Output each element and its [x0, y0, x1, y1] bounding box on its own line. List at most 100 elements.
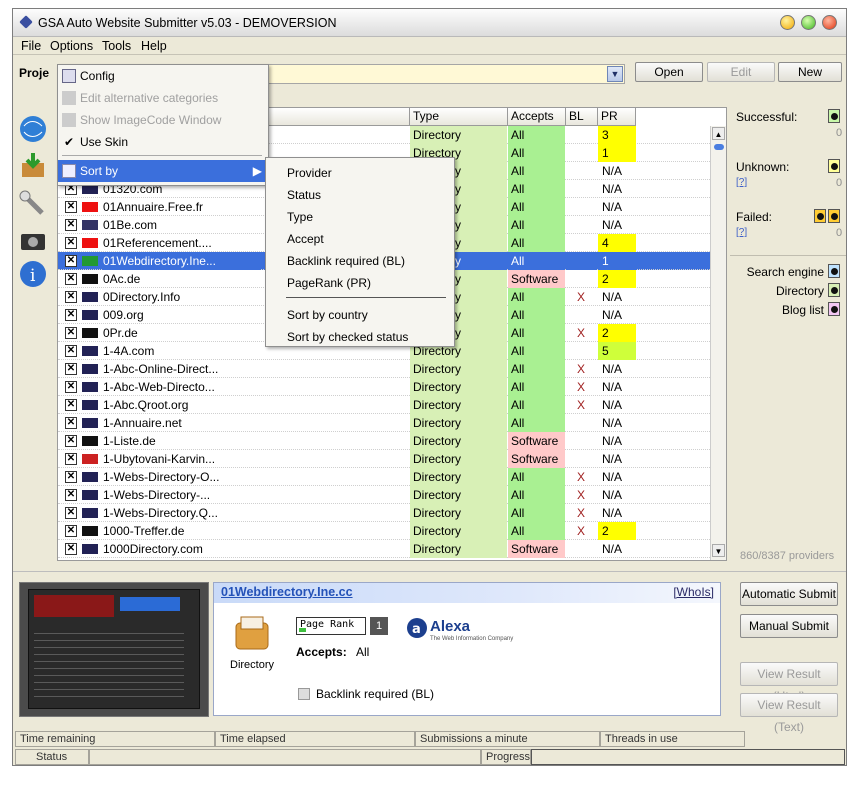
- close-button[interactable]: [822, 15, 837, 30]
- provider-type: Directory: [410, 468, 507, 486]
- row-checkbox[interactable]: ✕: [65, 201, 77, 213]
- unknown-help-link[interactable]: [?]: [736, 177, 747, 188]
- provider-accepts: All: [508, 162, 565, 180]
- row-checkbox[interactable]: ✕: [65, 237, 77, 249]
- menu-use-skin[interactable]: ✔ Use Skin: [58, 131, 268, 153]
- menu-help[interactable]: Help: [141, 39, 167, 53]
- table-row[interactable]: ✕ 1-Webs-Directory-... Directory All X N/A: [58, 486, 710, 504]
- new-button[interactable]: New: [778, 62, 842, 82]
- header-accepts[interactable]: Accepts: [508, 108, 566, 126]
- row-checkbox[interactable]: ✕: [65, 219, 77, 231]
- provider-accepts: Software: [508, 540, 565, 558]
- row-checkbox[interactable]: ✕: [65, 543, 77, 555]
- menu-file[interactable]: File: [21, 39, 41, 53]
- table-row[interactable]: ✕ 1-Annuaire.net Directory All N/A: [58, 414, 710, 432]
- status-area: Time remaining Time elapsed Submissions …: [13, 727, 846, 765]
- table-row[interactable]: ✕ 1-Webs-Directory-O... Directory All X N/A: [58, 468, 710, 486]
- search-engine-color-icon: [828, 264, 840, 278]
- provider-name: 0Ac.de: [103, 272, 141, 286]
- automatic-submit-button[interactable]: Automatic Submit: [740, 582, 838, 606]
- scroll-down-icon[interactable]: ▼: [712, 544, 725, 557]
- failed-help-link[interactable]: [?]: [736, 227, 747, 238]
- header-type[interactable]: Type: [410, 108, 508, 126]
- chevron-down-icon[interactable]: ▼: [607, 66, 623, 82]
- provider-name: 0Directory.Info: [103, 290, 181, 304]
- manual-submit-button[interactable]: Manual Submit: [740, 614, 838, 638]
- table-row[interactable]: ✕ 1-Abc-Online-Direct... Directory All X N/A: [58, 360, 710, 378]
- row-checkbox[interactable]: ✕: [65, 489, 77, 501]
- provider-accepts: All: [508, 360, 565, 378]
- row-checkbox[interactable]: ✕: [65, 399, 77, 411]
- view-result-html-button[interactable]: View Result (Html): [740, 662, 838, 703]
- project-combo[interactable]: ▼: [243, 64, 625, 84]
- menu-edit-alt-categories[interactable]: Edit alternative categories: [58, 87, 268, 109]
- svg-text:i: i: [30, 266, 36, 286]
- provider-count: 860/8387 providers: [740, 550, 835, 562]
- menu-config[interactable]: Config: [58, 65, 268, 87]
- info-icon[interactable]: i: [18, 259, 48, 289]
- provider-name: 1000Directory.com: [103, 542, 203, 556]
- minimize-button[interactable]: [780, 15, 795, 30]
- whois-link[interactable]: [WhoIs]: [673, 585, 714, 599]
- row-checkbox[interactable]: ✕: [65, 453, 77, 465]
- submit-box-icon[interactable]: [18, 151, 48, 181]
- sort-menu-item[interactable]: Status: [266, 184, 454, 206]
- maximize-button[interactable]: [801, 15, 816, 30]
- row-checkbox[interactable]: ✕: [65, 345, 77, 357]
- provider-type: Directory: [410, 378, 507, 396]
- site-link[interactable]: 01Webdirectory.Ine.cc: [221, 585, 353, 599]
- menu-tools[interactable]: Tools: [102, 39, 131, 53]
- table-row[interactable]: ✕ 1000Directory.com Directory Software N/A: [58, 540, 710, 558]
- provider-bl: [566, 162, 596, 180]
- scroll-up-icon[interactable]: ▲: [712, 127, 725, 140]
- provider-type: Directory: [410, 486, 507, 504]
- provider-accepts: All: [508, 378, 565, 396]
- row-checkbox[interactable]: ✕: [65, 525, 77, 537]
- row-checkbox[interactable]: ✕: [65, 381, 77, 393]
- sort-menu-item[interactable]: Backlink required (BL): [266, 250, 454, 272]
- menu-options[interactable]: Options: [50, 39, 93, 53]
- menu-sort-by[interactable]: Sort by ▶: [58, 160, 268, 182]
- backlink-checkbox[interactable]: [298, 688, 310, 700]
- row-checkbox[interactable]: ✕: [65, 507, 77, 519]
- svg-text:a: a: [412, 622, 421, 637]
- header-bl[interactable]: BL: [566, 108, 598, 126]
- table-row[interactable]: ✕ 1-Webs-Directory.Q... Directory All X N/A: [58, 504, 710, 522]
- menu-show-imagecode[interactable]: Show ImageCode Window: [58, 109, 268, 131]
- sort-menu-item[interactable]: PageRank (PR): [266, 272, 454, 294]
- globe-icon[interactable]: [18, 114, 48, 144]
- sort-menu-item[interactable]: Sort by checked status: [266, 326, 454, 348]
- sort-menu-item[interactable]: Accept: [266, 228, 454, 250]
- row-checkbox[interactable]: ✕: [65, 471, 77, 483]
- row-checkbox[interactable]: ✕: [65, 417, 77, 429]
- row-checkbox[interactable]: ✕: [65, 273, 77, 285]
- provider-pr: N/A: [602, 434, 623, 448]
- scroll-thumb[interactable]: [714, 144, 724, 150]
- directory-color-icon: [828, 283, 840, 297]
- sort-menu-item[interactable]: Type: [266, 206, 454, 228]
- row-checkbox[interactable]: ✕: [65, 363, 77, 375]
- table-row[interactable]: ✕ 1-Abc.Qroot.org Directory All X N/A: [58, 396, 710, 414]
- sort-menu-item[interactable]: Provider: [266, 162, 454, 184]
- camera-icon[interactable]: [18, 225, 48, 255]
- provider-name: 01Referencement....: [103, 236, 212, 250]
- tools-icon[interactable]: [18, 189, 48, 219]
- table-row[interactable]: ✕ 1000-Treffer.de Directory All X 2: [58, 522, 710, 540]
- table-row[interactable]: ✕ 1-Ubytovani-Karvin... Directory Software N…: [58, 450, 710, 468]
- row-checkbox[interactable]: ✕: [65, 255, 77, 267]
- unknown-label: Unknown:: [736, 160, 790, 174]
- edit-button[interactable]: Edit: [707, 62, 775, 82]
- sort-menu-item[interactable]: Sort by country: [266, 304, 454, 326]
- row-checkbox[interactable]: ✕: [65, 309, 77, 321]
- table-row[interactable]: ✕ 1-Liste.de Directory Software N/A: [58, 432, 710, 450]
- row-checkbox[interactable]: ✕: [65, 327, 77, 339]
- open-button[interactable]: Open: [635, 62, 703, 82]
- menu-show-image-label: Show ImageCode Window: [80, 113, 222, 127]
- header-pr[interactable]: PR: [598, 108, 636, 126]
- view-result-text-button[interactable]: View Result (Text): [740, 693, 838, 734]
- table-row[interactable]: ✕ 1-Abc-Web-Directo... Directory All X N/A: [58, 378, 710, 396]
- row-checkbox[interactable]: ✕: [65, 291, 77, 303]
- row-checkbox[interactable]: ✕: [65, 435, 77, 447]
- alexa-title: Alexa: [430, 618, 471, 635]
- grid-scrollbar[interactable]: ▲ ▼: [710, 126, 726, 560]
